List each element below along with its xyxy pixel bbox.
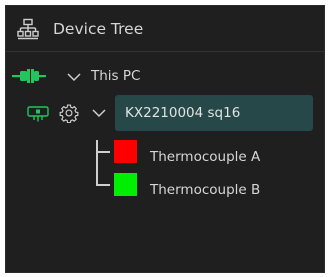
panel-header: Device Tree (6, 6, 324, 52)
tree-node-device[interactable]: KX2210004 sq16 (6, 94, 324, 132)
channel-color-swatch[interactable] (114, 173, 137, 196)
device-tree-panel: Device Tree This PC KX2210004 sq16 Therm… (5, 5, 325, 273)
channel-color-swatch[interactable] (114, 140, 137, 163)
plug-connected-icon (12, 69, 46, 83)
chevron-down-icon[interactable] (91, 108, 107, 118)
tree-structure-icon (17, 18, 39, 40)
gear-icon[interactable] (59, 103, 79, 123)
channel-label: Thermocouple A (150, 149, 261, 165)
tree-node-label: This PC (91, 68, 141, 84)
panel-title: Device Tree (53, 20, 144, 38)
chevron-down-icon[interactable] (66, 72, 82, 82)
plug-icon (27, 106, 49, 122)
tree-node-channel[interactable]: Thermocouple A (6, 140, 324, 165)
device-name-label[interactable]: KX2210004 sq16 (115, 95, 313, 131)
tree-node-channel[interactable]: Thermocouple B (6, 173, 324, 198)
channel-label: Thermocouple B (150, 182, 261, 198)
tree-node-this-pc[interactable]: This PC (6, 64, 324, 88)
